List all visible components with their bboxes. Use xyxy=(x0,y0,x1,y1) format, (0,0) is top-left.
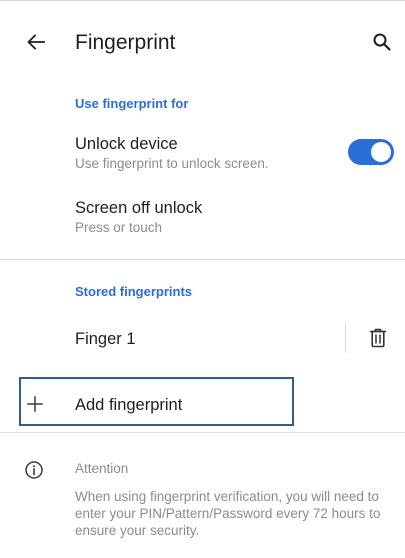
search-icon xyxy=(373,33,391,51)
vertical-divider xyxy=(345,323,346,353)
page-title: Fingerprint xyxy=(75,31,176,54)
finger-1-label: Finger 1 xyxy=(75,330,136,348)
attention-body: When using fingerprint verification, you… xyxy=(75,489,381,538)
toggle-knob xyxy=(371,142,391,162)
back-button[interactable] xyxy=(18,24,54,60)
fingerprint-settings-screen: Fingerprint Use fingerprint for Unlock d… xyxy=(0,0,405,558)
screen-off-unlock-title: Screen off unlock xyxy=(75,199,203,217)
section-divider xyxy=(0,259,405,260)
attention-title: Attention xyxy=(75,461,129,476)
section-divider-attention xyxy=(0,432,405,433)
add-fingerprint-button[interactable] xyxy=(19,377,294,426)
trash-icon xyxy=(369,328,387,348)
unlock-device-title: Unlock device xyxy=(75,135,178,153)
section-header-use-fingerprint-for: Use fingerprint for xyxy=(75,96,189,111)
screen-off-unlock-summary: Press or touch xyxy=(75,220,163,235)
delete-finger-1-button[interactable] xyxy=(364,324,392,352)
unlock-device-row[interactable]: Unlock device Use fingerprint to unlock … xyxy=(0,125,405,181)
top-border xyxy=(0,0,405,1)
screen-off-unlock-row[interactable]: Screen off unlock Press or touch xyxy=(0,190,405,242)
unlock-device-summary: Use fingerprint to unlock screen. xyxy=(75,156,269,171)
plus-icon xyxy=(27,396,43,412)
arrow-back-icon xyxy=(27,34,45,50)
search-button[interactable] xyxy=(364,24,400,60)
unlock-device-toggle[interactable] xyxy=(348,139,394,165)
app-bar: Fingerprint xyxy=(0,14,405,70)
info-icon xyxy=(25,461,43,479)
section-header-stored-fingerprints: Stored fingerprints xyxy=(75,284,193,299)
